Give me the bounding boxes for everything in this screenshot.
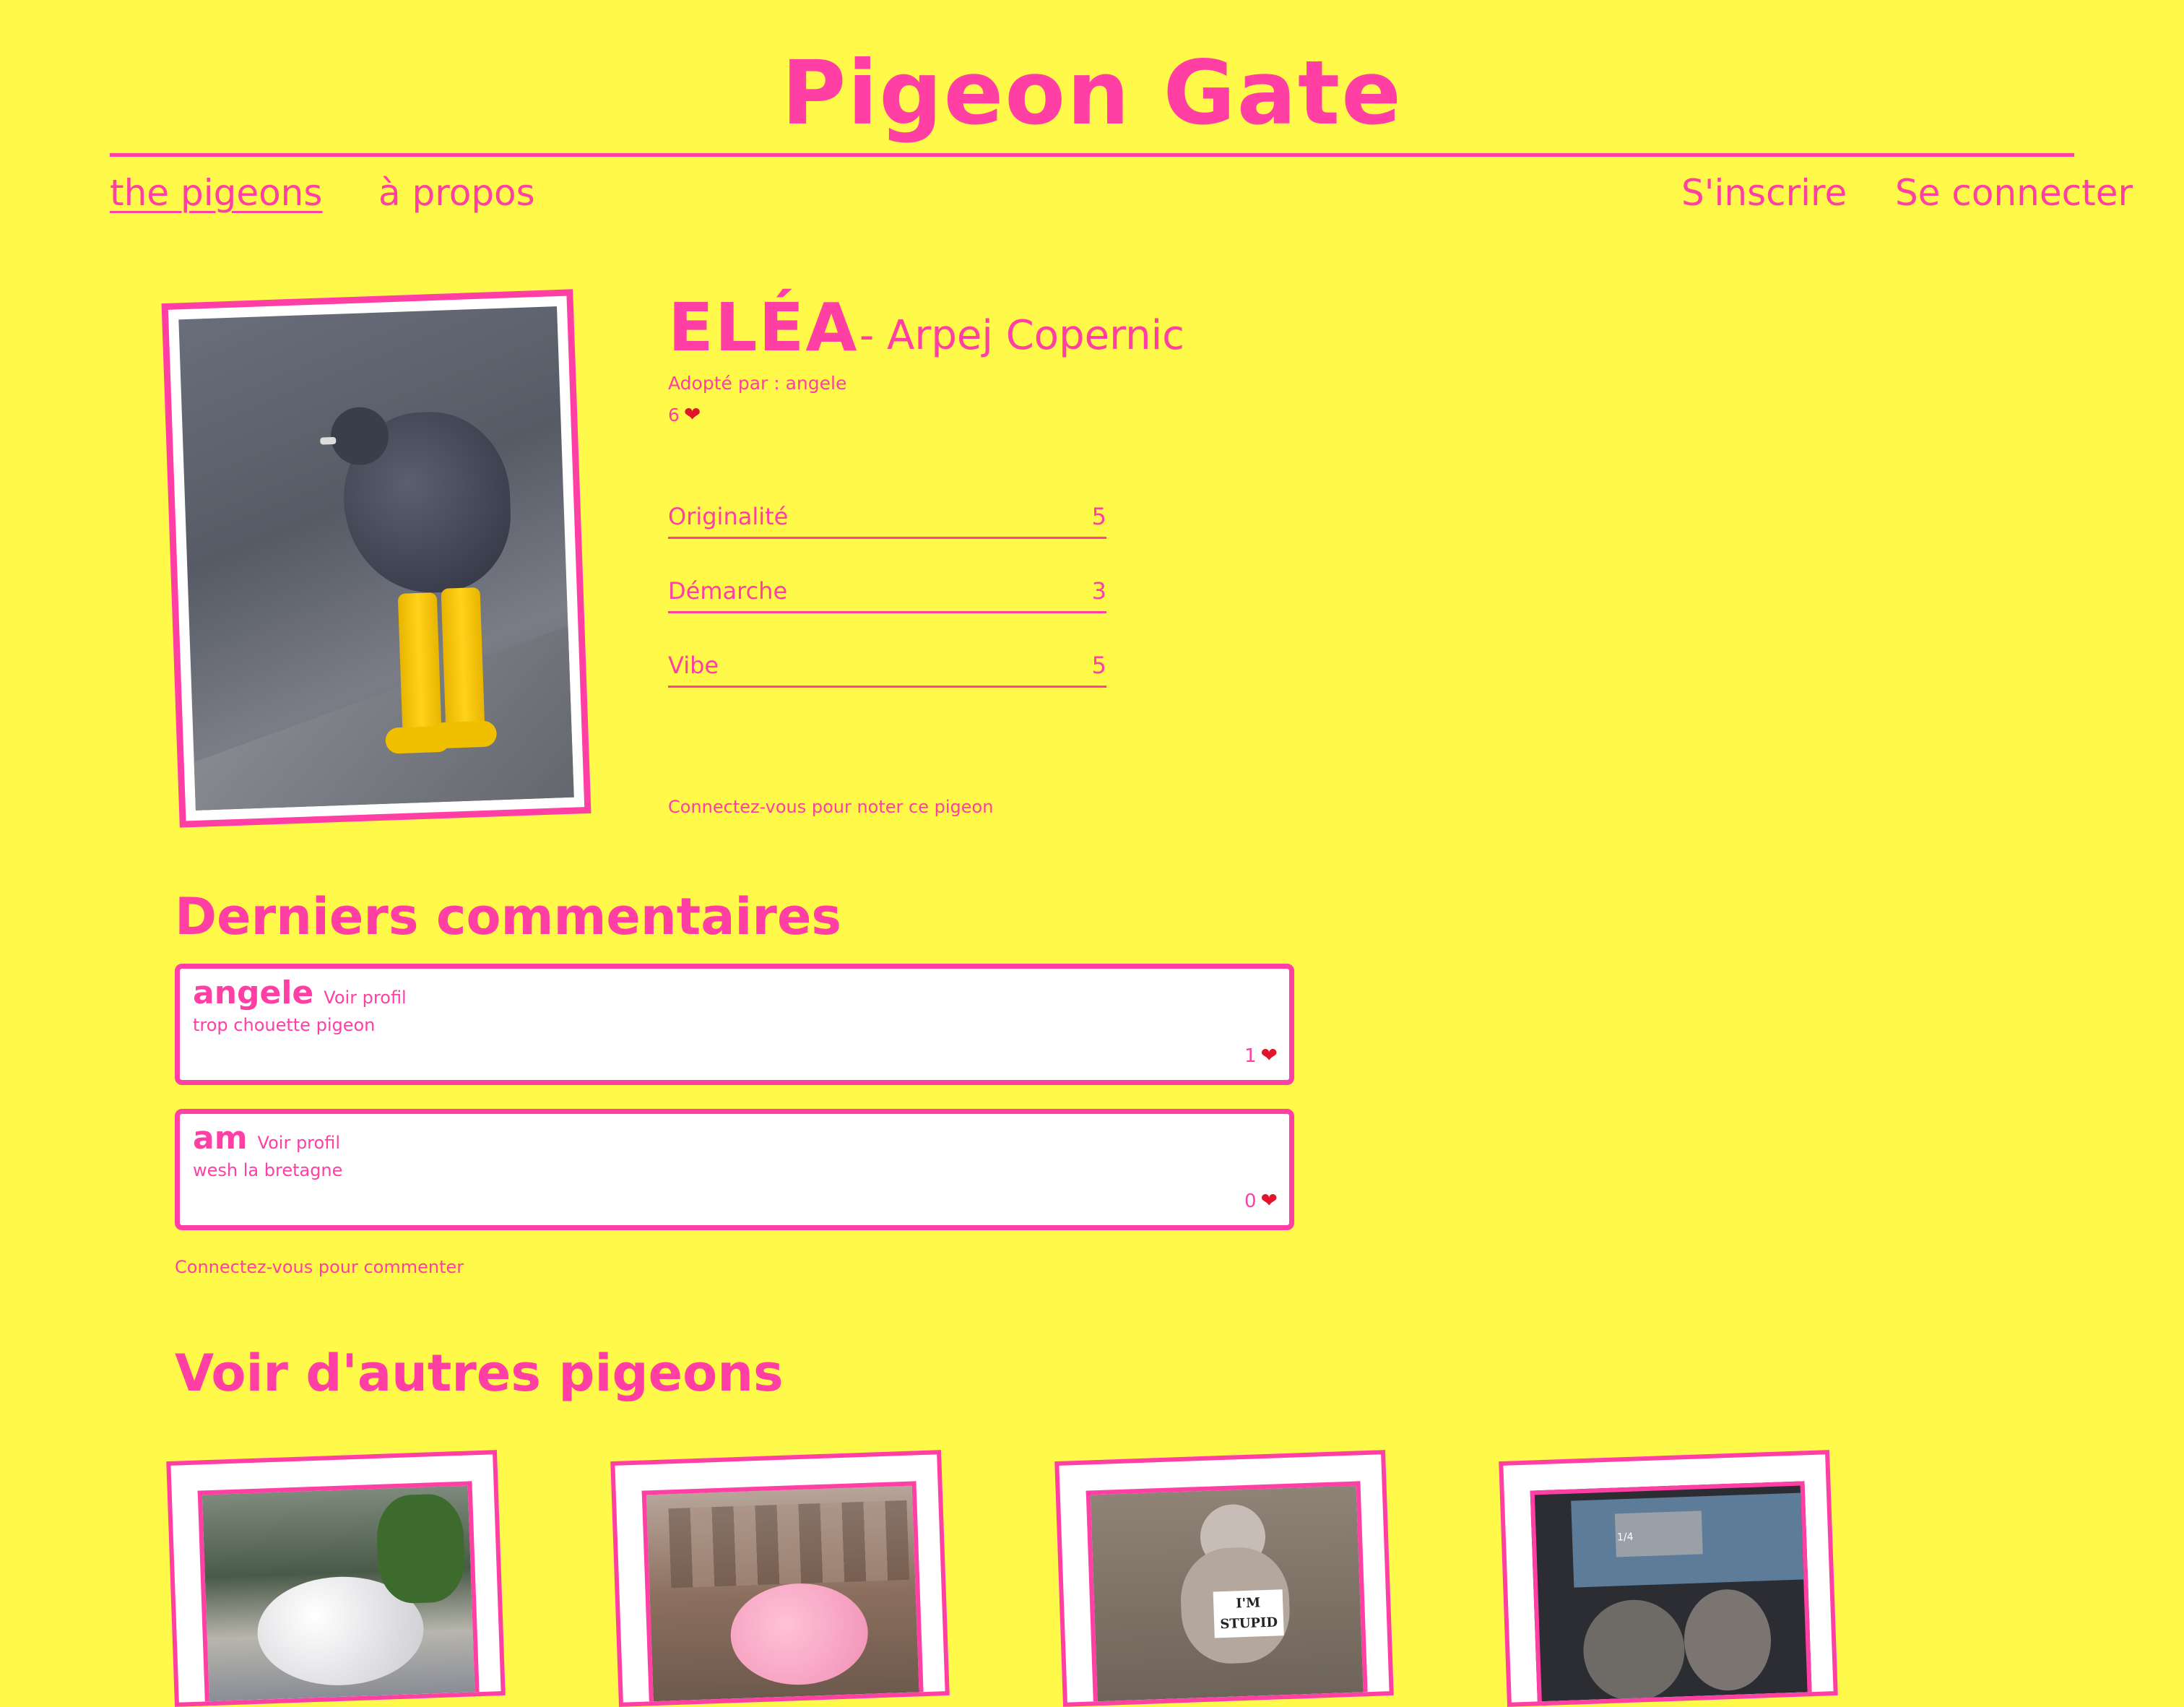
score-label: Démarche	[668, 576, 788, 605]
comments-heading: Derniers commentaires	[175, 887, 842, 946]
pigeon-photo	[161, 289, 592, 828]
score-row: Originalité 5	[668, 491, 1106, 539]
nav-link-a-propos[interactable]: à propos	[378, 172, 535, 214]
comment-text: wesh la bretagne	[193, 1160, 343, 1180]
comment-card: am Voir profil wesh la bretagne 0 ❤	[175, 1109, 1294, 1230]
comment-author-line: am Voir profil	[193, 1120, 340, 1157]
pigeon-likes-count: 6	[668, 405, 680, 425]
adopted-by: Adopté par : angele	[668, 373, 847, 394]
comment-likes: 0 ❤	[1244, 1188, 1278, 1212]
score-value: 5	[1091, 502, 1106, 530]
rate-login-prompt[interactable]: Connectez-vous pour noter ce pigeon	[668, 797, 993, 817]
screen-label: 1/4	[1616, 1531, 1634, 1544]
score-row: Démarche 3	[668, 566, 1106, 613]
header-divider	[110, 153, 2074, 157]
nav-link-the-pigeons[interactable]: the pigeons	[110, 172, 322, 214]
score-label: Vibe	[668, 651, 719, 679]
score-value: 5	[1091, 651, 1106, 679]
comment-author: am	[193, 1120, 248, 1157]
dove-sign: I'M STUPID	[1213, 1589, 1284, 1638]
comment-card: angele Voir profil trop chouette pigeon 1…	[175, 964, 1294, 1085]
pigeon-likes: 6 ❤	[668, 402, 701, 426]
score-label: Originalité	[668, 502, 789, 530]
comment-author: angele	[193, 974, 314, 1011]
heart-icon[interactable]: ❤	[1261, 1188, 1278, 1212]
comment-author-line: angele Voir profil	[193, 974, 407, 1011]
pigeon-colony: - Arpej Copernic	[859, 312, 1184, 359]
comment-likes-count: 0	[1244, 1190, 1257, 1212]
comment-login-prompt[interactable]: Connectez-vous pour commenter	[175, 1257, 464, 1277]
score-value: 3	[1091, 576, 1106, 605]
comment-likes: 1 ❤	[1244, 1043, 1278, 1067]
nav-link-sinscrire[interactable]: S'inscrire	[1681, 172, 1847, 214]
comment-likes-count: 1	[1244, 1045, 1257, 1067]
comment-text: trop chouette pigeon	[193, 1015, 376, 1035]
view-profile-link[interactable]: Voir profil	[258, 1133, 340, 1153]
score-row: Vibe 5	[668, 640, 1106, 688]
pigeon-name: ELÉA	[668, 289, 859, 366]
score-list: Originalité 5 Démarche 3 Vibe 5	[668, 491, 1106, 714]
heart-icon[interactable]: ❤	[684, 402, 701, 426]
view-profile-link[interactable]: Voir profil	[324, 988, 406, 1008]
heart-icon[interactable]: ❤	[1261, 1043, 1278, 1067]
other-pigeons-heading: Voir d'autres pigeons	[175, 1344, 784, 1403]
site-title[interactable]: Pigeon Gate	[0, 42, 2184, 144]
nav-link-se-connecter[interactable]: Se connecter	[1895, 172, 2133, 214]
